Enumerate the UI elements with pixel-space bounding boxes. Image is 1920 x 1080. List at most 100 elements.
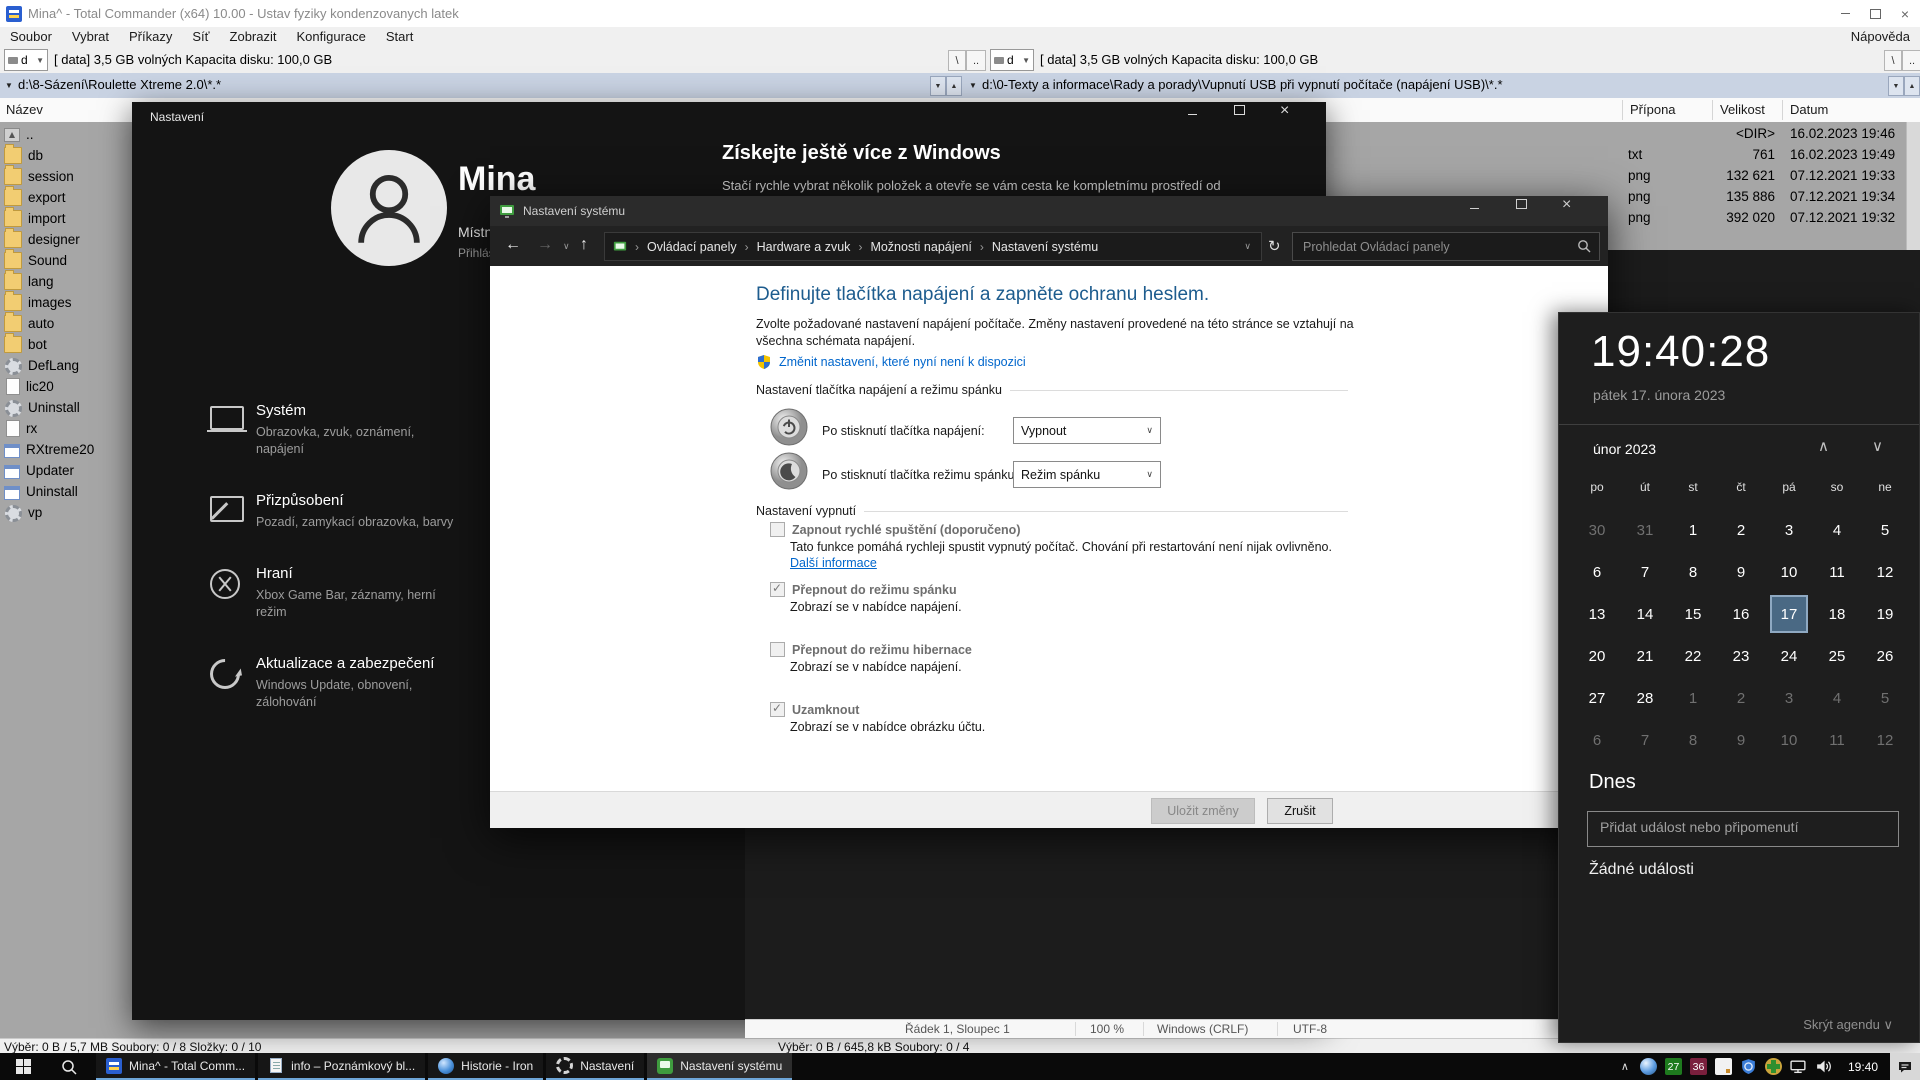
file-row[interactable]: png 132 621 07.12.2021 19:33 [1594, 166, 1920, 187]
taskbar-app-button[interactable]: Nastavení [546, 1053, 644, 1080]
path-dropdown-icon[interactable]: ▼ [5, 81, 13, 90]
taskbar-clock[interactable]: 19:40 [1836, 1060, 1890, 1074]
right-drive-selector[interactable]: d ▼ [990, 49, 1034, 71]
column-header-pripona[interactable]: Přípona [1630, 102, 1676, 117]
tray-sphere-icon[interactable] [1640, 1058, 1657, 1075]
cpl-maximize-button[interactable] [1516, 196, 1562, 226]
calendar-day[interactable]: 12 [1861, 551, 1909, 593]
calendar-day[interactable]: 20 [1573, 635, 1621, 677]
calendar-day[interactable]: 27 [1573, 677, 1621, 719]
calendar-day[interactable]: 2 [1717, 677, 1765, 719]
calendar-day[interactable]: 15 [1669, 593, 1717, 635]
tray-antivirus-icon[interactable] [1765, 1058, 1782, 1075]
back-button[interactable]: ← [505, 236, 521, 254]
taskbar-app-button[interactable]: Historie - Iron [428, 1053, 543, 1080]
calendar-month-label[interactable]: únor 2023 [1593, 441, 1656, 457]
left-up-button[interactable]: .. [966, 50, 986, 71]
calendar-day[interactable]: 8 [1669, 719, 1717, 761]
calendar-next-month-chevron[interactable]: ∨ [1872, 437, 1883, 455]
tc-menu-zobrazit[interactable]: Zobrazit [220, 29, 287, 44]
path-dropdown-icon[interactable]: ▼ [969, 81, 977, 90]
cpl-minimize-button[interactable] [1470, 196, 1516, 226]
taskbar-search-button[interactable] [46, 1053, 92, 1080]
uac-change-settings-link[interactable]: Změnit nastavení, které nyní není k disp… [779, 355, 1026, 369]
breadcrumb-item[interactable]: Možnosti napájení [870, 240, 971, 254]
tc-menu-start[interactable]: Start [376, 29, 423, 44]
tc-close-button[interactable]: × [1890, 0, 1920, 27]
calendar-day[interactable]: 13 [1573, 593, 1621, 635]
tray-overflow-chevron[interactable]: ∧ [1614, 1060, 1636, 1073]
calendar-day[interactable]: 2 [1717, 509, 1765, 551]
calendar-day[interactable]: 11 [1813, 719, 1861, 761]
calendar-day[interactable]: 3 [1765, 509, 1813, 551]
file-row[interactable]: <DIR> 16.02.2023 19:46 [1594, 124, 1920, 145]
start-button[interactable] [0, 1053, 46, 1080]
calendar-day[interactable]: 16 [1717, 593, 1765, 635]
calendar-day[interactable]: 10 [1765, 719, 1813, 761]
calendar-day[interactable]: 30 [1573, 509, 1621, 551]
search-input[interactable] [1301, 236, 1565, 257]
recent-pages-chevron[interactable]: ∨ [563, 241, 570, 252]
calendar-day[interactable]: 18 [1813, 593, 1861, 635]
calendar-day[interactable]: 7 [1621, 719, 1669, 761]
agenda-add-event[interactable] [1587, 811, 1899, 847]
tray-green-badge-icon[interactable]: 27 [1665, 1058, 1682, 1075]
calendar-day[interactable]: 8 [1669, 551, 1717, 593]
forward-button[interactable]: → [537, 236, 553, 254]
right-root-button[interactable]: \ [1884, 50, 1902, 71]
calendar-day[interactable]: 21 [1621, 635, 1669, 677]
tc-minimize-button[interactable] [1830, 0, 1860, 27]
action-center-button[interactable] [1890, 1053, 1920, 1080]
address-dropdown-icon[interactable]: ∨ [1234, 241, 1261, 252]
tc-menu-vybrat[interactable]: Vybrat [62, 29, 119, 44]
calendar-day[interactable]: 4 [1813, 509, 1861, 551]
sleep-action-select[interactable]: Režim spánku ∨ [1013, 461, 1161, 488]
column-header-velikost[interactable]: Velikost [1720, 102, 1765, 117]
address-bar[interactable]: ›Ovládací panely ›Hardware a zvuk ›Možno… [604, 232, 1262, 261]
calendar-day[interactable]: 31 [1621, 509, 1669, 551]
settings-category[interactable]: Přizpůsobení Pozadí, zamykací obrazovka,… [210, 492, 510, 531]
settings-category[interactable]: Aktualizace a zabezpečení Windows Update… [210, 655, 510, 711]
tc-menu-soubor[interactable]: Soubor [0, 29, 62, 44]
file-row[interactable]: png 392 020 07.12.2021 19:32 [1594, 208, 1920, 229]
calendar-day[interactable]: 19 [1861, 593, 1909, 635]
power-action-select[interactable]: Vypnout ∨ [1013, 417, 1161, 444]
left-path[interactable]: d:\8-Sázení\Roulette Xtreme 2.0\*.* [18, 77, 221, 92]
speaker-icon[interactable] [1815, 1058, 1832, 1075]
network-icon[interactable] [1790, 1058, 1807, 1075]
breadcrumb-item[interactable]: Ovládací panely [647, 240, 737, 254]
settings-close-button[interactable]: × [1280, 102, 1326, 130]
control-panel-search[interactable] [1292, 232, 1600, 261]
calendar-day[interactable]: 12 [1861, 719, 1909, 761]
right-path[interactable]: d:\0-Texty a informace\Rady a porady\Vup… [982, 77, 1503, 92]
right-history-button[interactable]: ▼ [1888, 76, 1904, 96]
calendar-day[interactable]: 9 [1717, 719, 1765, 761]
checkbox[interactable] [770, 702, 785, 717]
column-header-nazev[interactable]: Název [6, 102, 43, 117]
calendar-day[interactable]: 11 [1813, 551, 1861, 593]
cancel-button[interactable]: Zrušit [1267, 798, 1333, 824]
tc-menu-prikazy[interactable]: Příkazy [119, 29, 182, 44]
breadcrumb-item[interactable]: Hardware a zvuk [757, 240, 851, 254]
tray-document-icon[interactable] [1715, 1058, 1732, 1075]
settings-minimize-button[interactable] [1188, 102, 1234, 130]
calendar-day[interactable]: 25 [1813, 635, 1861, 677]
hide-agenda-button[interactable]: Skrýt agendu ∨ [1803, 1017, 1893, 1033]
calendar-day[interactable]: 28 [1621, 677, 1669, 719]
tc-menu-napoveda[interactable]: Nápověda [1841, 29, 1920, 44]
settings-maximize-button[interactable] [1234, 102, 1280, 130]
left-history-button[interactable]: ▼ [930, 76, 946, 96]
calendar-day[interactable]: 3 [1765, 677, 1813, 719]
calendar-day[interactable]: 1 [1669, 509, 1717, 551]
calendar-day[interactable]: 5 [1861, 677, 1909, 719]
calendar-day[interactable]: 7 [1621, 551, 1669, 593]
add-event-input[interactable] [1598, 818, 1882, 836]
file-row[interactable]: txt 761 16.02.2023 19:49 [1594, 145, 1920, 166]
tc-menu-sit[interactable]: Síť [182, 29, 219, 44]
right-up-button[interactable]: .. [1902, 50, 1920, 71]
tray-shield-icon[interactable] [1740, 1058, 1757, 1075]
tray-red-badge-icon[interactable]: 36 [1690, 1058, 1707, 1075]
settings-category[interactable]: Hraní Xbox Game Bar, záznamy, herní reži… [210, 565, 510, 621]
calendar-day[interactable]: 23 [1717, 635, 1765, 677]
left-drive-selector[interactable]: d ▼ [4, 49, 48, 71]
